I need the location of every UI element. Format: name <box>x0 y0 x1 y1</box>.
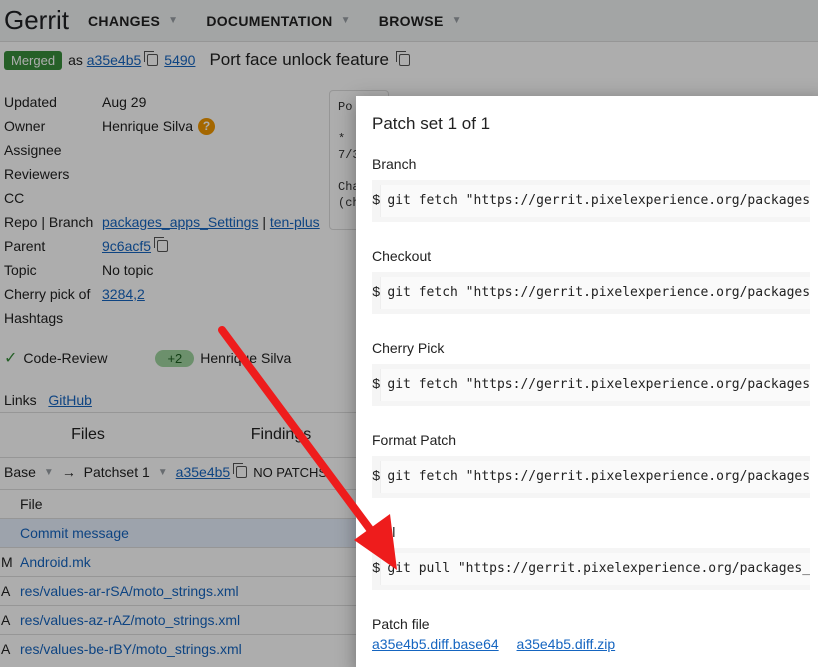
prompt-icon: $ <box>372 377 381 393</box>
patch-file-links: a35e4b5.diff.base64 a35e4b5.diff.zip <box>372 636 810 652</box>
patch-base64-link[interactable]: a35e4b5.diff.base64 <box>372 636 499 652</box>
format-patch-command-label: Format Patch <box>372 432 457 448</box>
branch-command: $ git fetch "https://gerrit.pixelexperie… <box>372 180 810 222</box>
patch-zip-link[interactable]: a35e4b5.diff.zip <box>517 636 616 652</box>
dialog-title: Patch set 1 of 1 <box>372 114 491 133</box>
pull-command: $ git pull "https://gerrit.pixelexperien… <box>372 548 810 590</box>
format-patch-command-text[interactable]: git fetch "https://gerrit.pixelexperienc… <box>380 461 810 493</box>
cherry-pick-command: $ git fetch "https://gerrit.pixelexperie… <box>372 364 810 406</box>
checkout-command-text[interactable]: git fetch "https://gerrit.pixelexperienc… <box>380 277 810 309</box>
patch-file-label: Patch file <box>372 616 430 632</box>
checkout-command: $ git fetch "https://gerrit.pixelexperie… <box>372 272 810 314</box>
cherry-pick-command-text[interactable]: git fetch "https://gerrit.pixelexperienc… <box>380 369 810 401</box>
prompt-icon: $ <box>372 193 381 209</box>
branch-command-text[interactable]: git fetch "https://gerrit.pixelexperienc… <box>380 185 810 217</box>
pull-command-text[interactable]: git pull "https://gerrit.pixelexperience… <box>380 553 810 585</box>
pull-command-label: Pull <box>372 524 396 540</box>
checkout-command-label: Checkout <box>372 248 432 264</box>
cherry-pick-command-label: Cherry Pick <box>372 340 445 356</box>
prompt-icon: $ <box>372 561 381 577</box>
branch-command-label: Branch <box>372 156 417 172</box>
prompt-icon: $ <box>372 469 381 485</box>
format-patch-command: $ git fetch "https://gerrit.pixelexperie… <box>372 456 810 498</box>
prompt-icon: $ <box>372 285 381 301</box>
download-dialog: Patch set 1 of 1 Branch $ git fetch "htt… <box>356 96 818 667</box>
